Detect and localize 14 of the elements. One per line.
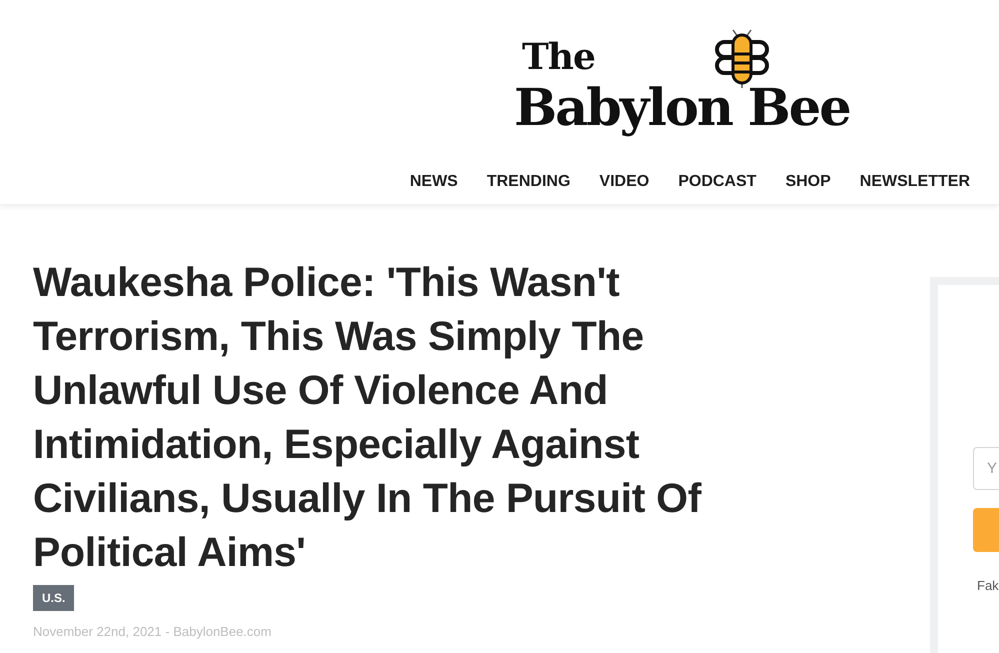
logo-text[interactable]: The: [522, 36, 595, 78]
nav-link[interactable]: NEWSLETTER: [860, 172, 970, 192]
nav-link[interactable]: TRENDING: [486, 172, 570, 192]
article-headline: Waukesha Police: 'This Wasn't Terrorism, This Was Simply The Unlawful Use Of Violence And Intimidation, Especially Against Civilians, Usually In The Pursuit Of Political Aims': [33, 258, 702, 577]
nav-link[interactable]: PODCAST: [678, 172, 756, 192]
nav-link[interactable]: NEWS: [410, 172, 458, 192]
article-byline: November 22nd, 2021 - BabylonBee.com: [33, 624, 272, 639]
category-tag[interactable]: U.S.: [33, 585, 74, 611]
nav-link[interactable]: VIDEO: [599, 172, 650, 192]
sidebar-note: Fak: [977, 578, 999, 593]
email-field[interactable]: Y: [973, 447, 999, 490]
nav-link[interactable]: SHOP: [785, 172, 831, 192]
logo-text[interactable]: Babylon Bee: [514, 76, 850, 140]
submit-button[interactable]: [973, 508, 999, 552]
